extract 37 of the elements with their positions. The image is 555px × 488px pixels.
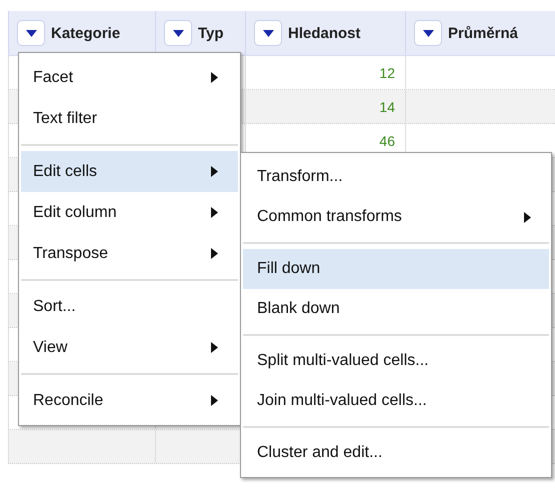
dropdown-icon [172, 30, 184, 36]
column-header: Kategorie [51, 24, 120, 42]
menu-item[interactable]: Blank down [243, 289, 549, 329]
menu-item[interactable]: Cluster and edit... [243, 433, 549, 473]
submenu-arrow-icon [211, 395, 218, 406]
menu-item[interactable]: Sort... [21, 286, 238, 327]
table-cell: 14 [379, 98, 395, 114]
column-menu-button[interactable] [164, 20, 192, 46]
submenu-arrow-icon [211, 166, 218, 177]
menu-item[interactable]: Transform... [243, 157, 549, 197]
column-menu-button[interactable] [254, 20, 282, 46]
column-menu-button[interactable] [17, 20, 45, 46]
submenu-arrow-icon [211, 207, 218, 218]
column-menu-button[interactable] [414, 20, 442, 46]
table-cell: 12 [379, 64, 395, 80]
menu-item[interactable]: Facet [21, 57, 238, 98]
submenu-arrow-icon [211, 248, 218, 259]
menu-item[interactable]: View [21, 327, 238, 368]
menu-item[interactable]: Edit cells [21, 151, 238, 192]
submenu-arrow-icon [524, 212, 531, 222]
menu-item[interactable]: Edit column [21, 192, 238, 233]
column-header: Hledanost [288, 24, 361, 42]
menu-item[interactable]: Common transforms [243, 197, 549, 237]
table-cell: 46 [379, 132, 395, 148]
submenu-arrow-icon [211, 72, 218, 83]
menu-item[interactable]: Join multi-valued cells... [243, 381, 549, 421]
dropdown-icon [422, 30, 434, 36]
column-header: Průměrná [448, 24, 518, 42]
menu-item[interactable]: Reconcile [21, 380, 238, 421]
dropdown-icon [26, 30, 36, 36]
menu-item[interactable]: Text filter [21, 98, 238, 139]
submenu-arrow-icon [211, 342, 218, 353]
menu-item[interactable]: Split multi-valued cells... [243, 341, 549, 381]
menu-item[interactable]: Fill down [243, 249, 549, 289]
dropdown-icon [262, 30, 274, 36]
menu-item[interactable]: Transpose [21, 233, 238, 274]
column-header: Typ [198, 24, 224, 42]
